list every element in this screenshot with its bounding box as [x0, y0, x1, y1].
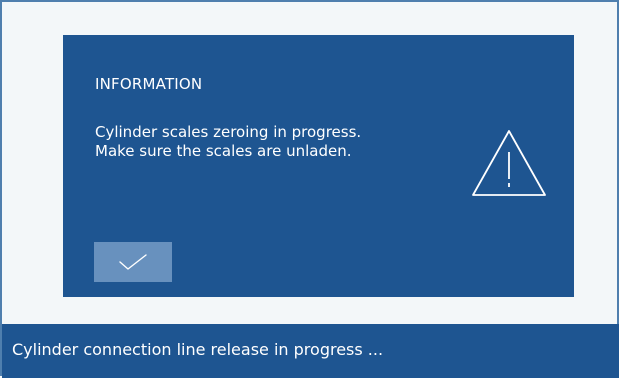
dialog-title: INFORMATION [95, 75, 203, 93]
checkmark-icon [119, 254, 147, 270]
status-text: Cylinder connection line release in prog… [12, 340, 384, 359]
app-screen: INFORMATION Cylinder scales zeroing in p… [0, 0, 619, 378]
information-dialog: INFORMATION Cylinder scales zeroing in p… [63, 35, 574, 297]
dialog-message-line-2: Make sure the scales are unladen. [95, 142, 352, 160]
confirm-button[interactable] [94, 242, 172, 282]
status-bar: Cylinder connection line release in prog… [2, 324, 619, 378]
dialog-message: Cylinder scales zeroing in progress. Mak… [95, 123, 455, 161]
dialog-message-line-1: Cylinder scales zeroing in progress. [95, 123, 362, 141]
warning-icon [472, 130, 546, 196]
